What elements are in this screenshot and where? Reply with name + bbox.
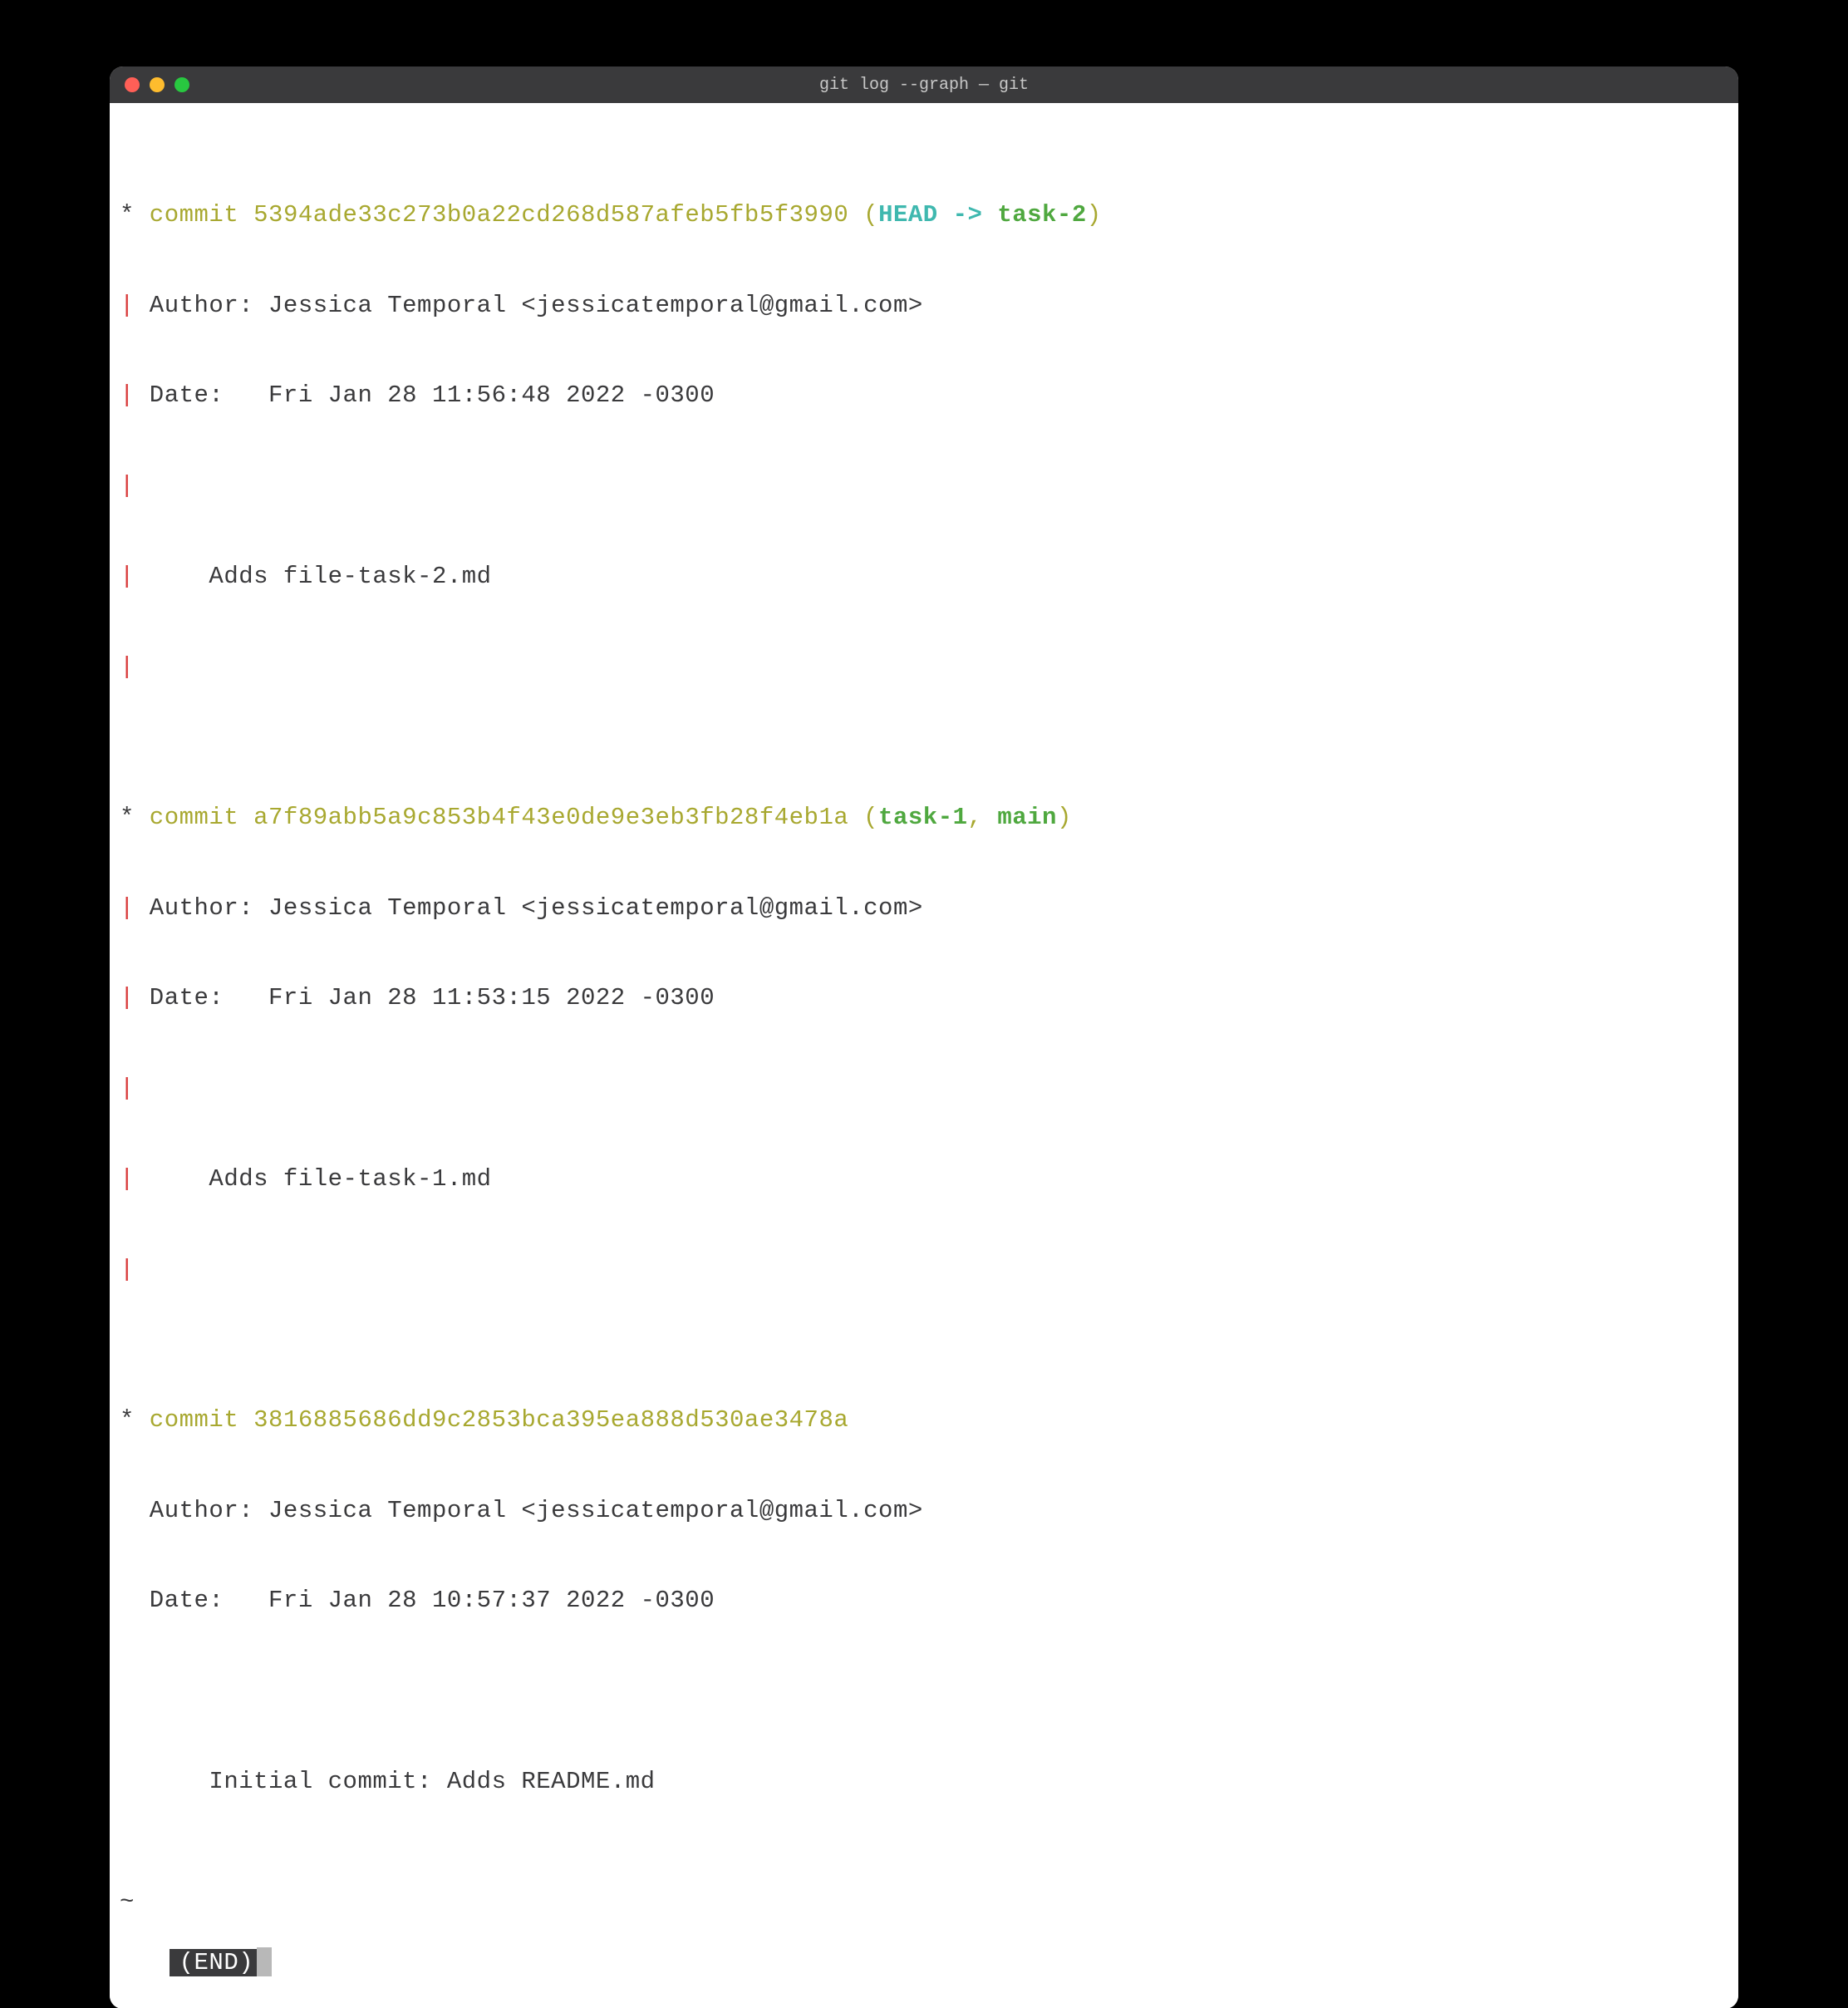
blank-line: | <box>110 1074 1738 1104</box>
graph-pipe: | <box>120 984 135 1011</box>
graph-pipe: | <box>120 653 135 681</box>
paren-open: ( <box>848 201 878 229</box>
cursor-icon <box>257 1947 272 1976</box>
blank-line: | <box>110 471 1738 501</box>
head-ref: HEAD -> <box>878 201 997 229</box>
author-text: Author: Jessica Temporal <jessicatempora… <box>135 1497 923 1524</box>
author-text: Author: Jessica Temporal <jessicatempora… <box>135 894 923 922</box>
graph-pipe: | <box>120 472 135 500</box>
terminal-window: git log --graph — git * commit 5394ade33… <box>110 66 1738 2008</box>
author-line: | Author: Jessica Temporal <jessicatempo… <box>110 893 1738 923</box>
commit-message: Initial commit: Adds README.md <box>135 1768 656 1795</box>
commit-line: * commit 5394ade33c273b0a22cd268d587afeb… <box>110 200 1738 230</box>
commit-message: Adds file-task-2.md <box>135 563 492 590</box>
paren-open: ( <box>848 804 878 831</box>
end-marker: (END) <box>170 1949 258 1976</box>
author-line: Author: Jessica Temporal <jessicatempora… <box>110 1496 1738 1526</box>
comma: , <box>968 804 998 831</box>
paren-close: ) <box>1057 804 1072 831</box>
maximize-icon[interactable] <box>174 77 189 92</box>
blank-line: | <box>110 1255 1738 1285</box>
minimize-icon[interactable] <box>150 77 165 92</box>
graph-star: * <box>120 1406 135 1434</box>
traffic-lights <box>125 77 189 92</box>
commit-hash: a7f89abb5a9c853b4f43e0de9e3eb3fb28f4eb1a <box>253 804 848 831</box>
commit-line: * commit a7f89abb5a9c853b4f43e0de9e3eb3f… <box>110 803 1738 833</box>
branch-name: task-1 <box>878 804 967 831</box>
graph-pipe: | <box>120 1075 135 1102</box>
graph-pipe: | <box>120 292 135 319</box>
terminal-content[interactable]: * commit 5394ade33c273b0a22cd268d587afeb… <box>110 103 1738 2008</box>
graph-pipe: | <box>120 563 135 590</box>
pager-end: (END) <box>170 1947 273 1978</box>
graph-pipe: | <box>120 1165 135 1193</box>
date-line: Date: Fri Jan 28 10:57:37 2022 -0300 <box>110 1586 1738 1616</box>
graph-pipe: | <box>120 1256 135 1283</box>
indent <box>120 1587 135 1614</box>
date-text: Date: Fri Jan 28 11:53:15 2022 -0300 <box>135 984 715 1011</box>
branch-name: task-2 <box>997 201 1086 229</box>
indent <box>120 1768 135 1795</box>
author-text: Author: Jessica Temporal <jessicatempora… <box>135 292 923 319</box>
commit-keyword: commit <box>135 804 253 831</box>
blank-line <box>110 1676 1738 1706</box>
author-line: | Author: Jessica Temporal <jessicatempo… <box>110 291 1738 321</box>
date-line: | Date: Fri Jan 28 11:53:15 2022 -0300 <box>110 983 1738 1013</box>
commit-message: Adds file-task-1.md <box>135 1165 492 1193</box>
graph-star: * <box>120 804 135 831</box>
graph-pipe: | <box>120 381 135 409</box>
commit-keyword: commit <box>135 201 253 229</box>
date-text: Date: Fri Jan 28 11:56:48 2022 -0300 <box>135 381 715 409</box>
commit-line: * commit 3816885686dd9c2853bca395ea888d5… <box>110 1405 1738 1435</box>
message-line: Initial commit: Adds README.md <box>110 1767 1738 1797</box>
commit-hash: 3816885686dd9c2853bca395ea888d530ae3478a <box>253 1406 848 1434</box>
title-bar: git log --graph — git <box>110 66 1738 103</box>
commit-keyword: commit <box>135 1406 253 1434</box>
graph-pipe: | <box>120 894 135 922</box>
graph-star: * <box>120 201 135 229</box>
blank <box>120 1677 135 1705</box>
branch-name: main <box>997 804 1057 831</box>
tilde-line: ~ <box>110 1887 1738 1917</box>
date-line: | Date: Fri Jan 28 11:56:48 2022 -0300 <box>110 381 1738 411</box>
paren-close: ) <box>1087 201 1102 229</box>
indent <box>120 1497 135 1524</box>
message-line: | Adds file-task-1.md <box>110 1164 1738 1194</box>
date-text: Date: Fri Jan 28 10:57:37 2022 -0300 <box>135 1587 715 1614</box>
blank-line: | <box>110 652 1738 682</box>
window-title: git log --graph — git <box>819 76 1029 95</box>
close-icon[interactable] <box>125 77 140 92</box>
message-line: | Adds file-task-2.md <box>110 562 1738 592</box>
commit-hash: 5394ade33c273b0a22cd268d587afeb5fb5f3990 <box>253 201 848 229</box>
